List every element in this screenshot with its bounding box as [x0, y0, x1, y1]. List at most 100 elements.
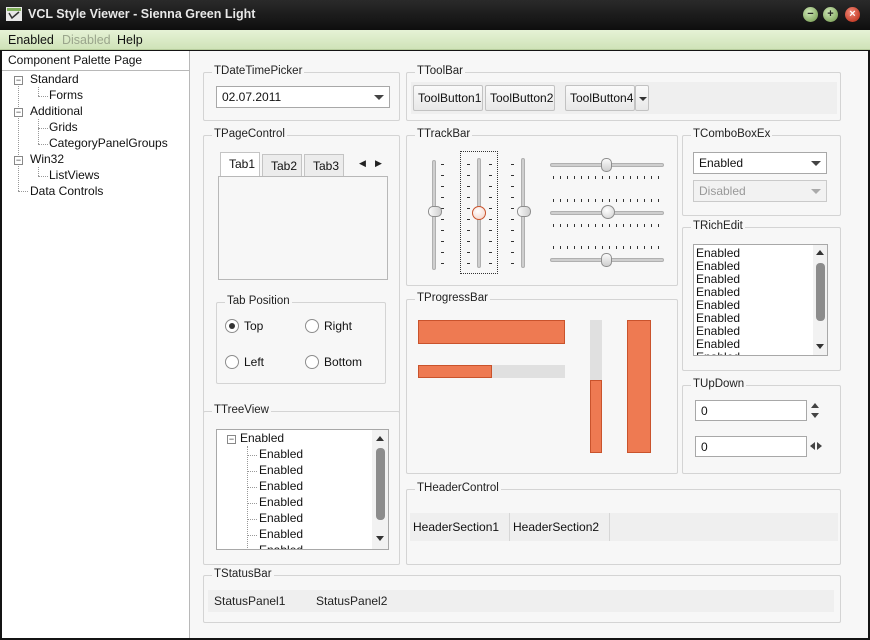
radio-right[interactable] — [305, 319, 319, 333]
updown-input-1[interactable]: 0 — [695, 400, 807, 421]
status-panel-1: StatusPanel1 — [214, 594, 286, 608]
tab-2[interactable]: Tab2 — [262, 154, 302, 176]
tree-node-data-controls[interactable]: Data Controls — [30, 184, 103, 198]
richedit-scrollbar[interactable] — [813, 245, 827, 355]
tree-node-additional[interactable]: Additional — [30, 104, 83, 118]
trackbar-vertical-3-thumb[interactable] — [517, 206, 531, 217]
trackbar-tick — [630, 246, 631, 249]
trackbar-tick — [602, 176, 603, 179]
comboboxex-enabled[interactable]: Enabled — [693, 152, 827, 174]
scroll-up-icon[interactable] — [816, 250, 824, 255]
expand-standard-icon[interactable]: − — [14, 76, 23, 85]
trackbar-horizontal-3-thumb[interactable] — [601, 253, 612, 267]
richedit[interactable]: Enabled Enabled Enabled Enabled Enabled Enabl… — [693, 244, 828, 356]
trackbar-tick — [553, 199, 554, 202]
toolbutton-dropdown[interactable] — [635, 85, 649, 111]
treeview-child-node[interactable]: Enabled — [259, 447, 303, 461]
maximize-button[interactable]: + — [823, 7, 838, 22]
radio-top-label[interactable]: Top — [244, 319, 263, 333]
trackbar-tick — [609, 199, 610, 202]
tree-node-categorypanelgroups[interactable]: CategoryPanelGroups — [49, 136, 168, 150]
tree-node-win32[interactable]: Win32 — [30, 152, 64, 166]
tree-node-forms[interactable]: Forms — [49, 88, 83, 102]
richedit-scroll-thumb[interactable] — [816, 263, 825, 321]
treeview-child-node[interactable]: Enabled — [259, 511, 303, 525]
trackbar-tick — [616, 224, 617, 227]
progressbar-fill — [590, 379, 602, 453]
tab-1[interactable]: Tab1 — [220, 152, 260, 176]
trackbar-tick — [441, 186, 444, 187]
menu-item-enabled[interactable]: Enabled — [8, 33, 54, 47]
tree-node-standard[interactable]: Standard — [30, 72, 79, 86]
treeview-root-node[interactable]: Enabled — [240, 431, 284, 445]
spin-down-icon[interactable] — [811, 413, 819, 418]
spin-left-icon[interactable] — [810, 442, 815, 450]
trackbar-tick — [651, 224, 652, 227]
toolbutton-4[interactable]: ToolButton4 — [565, 85, 635, 111]
trackbar-tick — [644, 224, 645, 227]
chevron-down-icon[interactable] — [811, 161, 821, 166]
menu-bar: Enabled Disabled Help — [0, 30, 870, 50]
trackbar-vertical-2-thumb[interactable] — [472, 206, 486, 220]
treeview-child-node[interactable]: Enabled — [259, 479, 303, 493]
component-palette-tree[interactable]: − Standard Forms − Additional Grids Cate… — [2, 70, 190, 637]
richedit-line: Enabled — [696, 324, 741, 338]
trackbar-tick — [623, 176, 624, 179]
treeview-child-node[interactable]: Enabled — [259, 495, 303, 509]
radio-bottom-label[interactable]: Bottom — [324, 355, 362, 369]
chevron-down-icon[interactable] — [374, 95, 384, 100]
toolbutton-2[interactable]: ToolButton2 — [485, 85, 555, 111]
treeview-scroll-thumb[interactable] — [376, 448, 385, 520]
trackbar-tick — [560, 176, 561, 179]
progressbar-horizontal-2 — [418, 365, 565, 378]
trackbar-horizontal-1-thumb[interactable] — [601, 158, 612, 172]
header-section-2[interactable]: HeaderSection2 — [510, 513, 610, 541]
treeview-group: TTreeView − Enabled Enabled Enabled Enable… — [203, 404, 400, 565]
radio-top[interactable] — [225, 319, 239, 333]
chevron-down-icon — [811, 189, 821, 194]
trackbar-tick — [441, 219, 444, 220]
scroll-down-icon[interactable] — [376, 536, 384, 541]
trackbar-tick — [511, 208, 514, 209]
tab-3[interactable]: Tab3 — [304, 154, 344, 176]
title-bar[interactable]: VCL Style Viewer - Sienna Green Light − … — [0, 0, 870, 30]
trackbar-tick — [467, 164, 470, 165]
tree-node-grids[interactable]: Grids — [49, 120, 78, 134]
radio-left[interactable] — [225, 355, 239, 369]
scroll-up-icon[interactable] — [376, 436, 384, 441]
menu-item-disabled[interactable]: Disabled — [62, 33, 111, 47]
tab-scroll-left-icon[interactable]: ◀ — [359, 158, 366, 169]
spin-up-icon[interactable] — [811, 403, 819, 408]
treeview-child-node[interactable]: Enabled — [259, 543, 303, 549]
header-section-1[interactable]: HeaderSection1 — [410, 513, 510, 541]
treeview-scrollbar[interactable] — [372, 430, 388, 549]
trackbar-tick — [489, 230, 492, 231]
close-button[interactable]: × — [845, 7, 860, 22]
toolbar-title: TToolBar — [415, 65, 466, 77]
trackbar-vertical-1-thumb[interactable] — [428, 206, 442, 217]
expand-additional-icon[interactable]: − — [14, 108, 23, 117]
radio-right-label[interactable]: Right — [324, 319, 352, 333]
toolbutton-1[interactable]: ToolButton1 — [413, 85, 483, 111]
treeview-child-node[interactable]: Enabled — [259, 463, 303, 477]
treeview-expand-icon[interactable]: − — [227, 435, 236, 444]
updown-input-2[interactable]: 0 — [695, 436, 807, 457]
menu-item-help[interactable]: Help — [117, 33, 143, 47]
spin-right-icon[interactable] — [817, 442, 822, 450]
radio-left-label[interactable]: Left — [244, 355, 264, 369]
trackbar-horizontal-2-thumb[interactable] — [601, 205, 615, 219]
scroll-down-icon[interactable] — [816, 344, 824, 349]
treeview[interactable]: − Enabled Enabled Enabled Enabled Enabled En… — [216, 429, 389, 550]
trackbar-tick — [637, 199, 638, 202]
treeview-child-node[interactable]: Enabled — [259, 527, 303, 541]
trackbar-tick — [489, 219, 492, 220]
tree-node-listviews[interactable]: ListViews — [49, 168, 99, 182]
trackbar-tick — [511, 219, 514, 220]
trackbar-tick — [511, 230, 514, 231]
expand-win32-icon[interactable]: − — [14, 156, 23, 165]
minimize-button[interactable]: − — [803, 7, 818, 22]
status-panel-2: StatusPanel2 — [316, 594, 388, 608]
datetimepicker-input[interactable]: 02.07.2011 — [216, 86, 390, 108]
tab-scroll-right-icon[interactable]: ▶ — [375, 158, 382, 169]
radio-bottom[interactable] — [305, 355, 319, 369]
